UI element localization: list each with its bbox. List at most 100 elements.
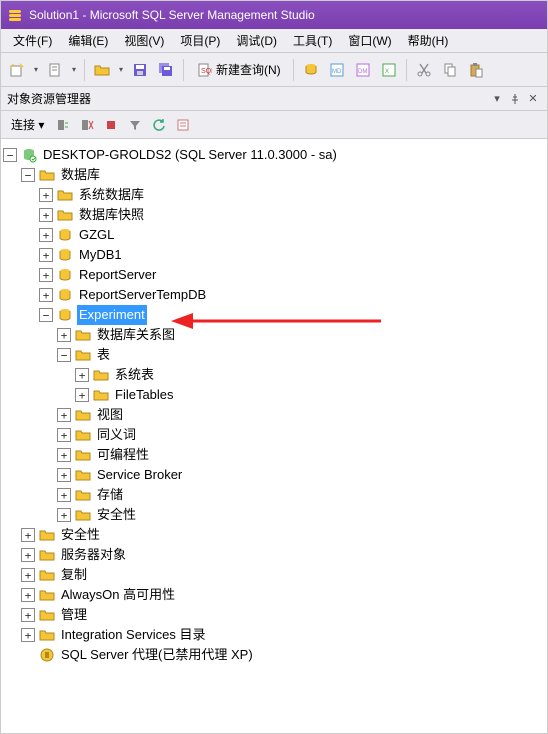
tree-label: 系统表	[113, 365, 156, 385]
tree-node-filetables[interactable]: + FileTables	[3, 385, 545, 405]
tree-node-snapshots[interactable]: + 数据库快照	[3, 205, 545, 225]
expand-icon[interactable]: +	[75, 388, 89, 402]
menu-debug[interactable]: 调试(D)	[228, 29, 285, 52]
refresh-button[interactable]	[148, 114, 170, 136]
tree-node-db-diagrams[interactable]: + 数据库关系图	[3, 325, 545, 345]
collapse-icon[interactable]: −	[39, 308, 53, 322]
dropdown-arrow-icon[interactable]: ▾	[116, 65, 126, 74]
expand-icon[interactable]: +	[57, 508, 71, 522]
tree-label: 可编程性	[95, 445, 151, 465]
tree-label: ReportServer	[77, 265, 158, 285]
expand-icon[interactable]: +	[39, 268, 53, 282]
tree-label: 管理	[59, 605, 89, 625]
titlebar: Solution1 - Microsoft SQL Server Managem…	[1, 1, 547, 29]
tree-node-programmability[interactable]: + 可编程性	[3, 445, 545, 465]
collapse-icon[interactable]: −	[21, 168, 35, 182]
tree-node-db-gzgl[interactable]: + GZGL	[3, 225, 545, 245]
filter-button[interactable]	[124, 114, 146, 136]
save-button[interactable]	[128, 58, 152, 82]
new-item-button[interactable]	[43, 58, 67, 82]
collapse-icon[interactable]: −	[3, 148, 17, 162]
tree-node-db-experiment[interactable]: − Experiment	[3, 305, 545, 325]
expand-icon[interactable]: +	[57, 328, 71, 342]
svg-text:DM: DM	[358, 69, 367, 75]
properties-button[interactable]	[172, 114, 194, 136]
tree-node-agent[interactable]: SQL Server 代理(已禁用代理 XP)	[3, 645, 545, 665]
expand-icon[interactable]: +	[39, 188, 53, 202]
tree-node-db-mydb1[interactable]: + MyDB1	[3, 245, 545, 265]
db-engine-query-button[interactable]	[299, 58, 323, 82]
expand-icon[interactable]: +	[21, 608, 35, 622]
tree-node-server-objects[interactable]: + 服务器对象	[3, 545, 545, 565]
tree-node-db-security[interactable]: + 安全性	[3, 505, 545, 525]
expand-icon[interactable]: +	[39, 208, 53, 222]
dropdown-arrow-icon[interactable]: ▾	[31, 65, 41, 74]
expand-icon[interactable]: +	[21, 528, 35, 542]
tree-node-alwayson[interactable]: + AlwaysOn 高可用性	[3, 585, 545, 605]
tree-node-db-rs[interactable]: + ReportServer	[3, 265, 545, 285]
agent-icon	[39, 647, 55, 663]
new-project-button[interactable]	[5, 58, 29, 82]
tree-node-is-catalog[interactable]: + Integration Services 目录	[3, 625, 545, 645]
stop-button[interactable]	[100, 114, 122, 136]
tree-node-storage[interactable]: + 存储	[3, 485, 545, 505]
menu-view[interactable]: 视图(V)	[116, 29, 172, 52]
tree-label: 视图	[95, 405, 125, 425]
dropdown-arrow-icon[interactable]: ▾	[69, 65, 79, 74]
tree-node-db-rstmp[interactable]: + ReportServerTempDB	[3, 285, 545, 305]
tree-view[interactable]: − DESKTOP-GROLDS2 (SQL Server 11.0.3000 …	[1, 139, 547, 733]
collapse-icon[interactable]: −	[57, 348, 71, 362]
tree-node-databases[interactable]: − 数据库	[3, 165, 545, 185]
tree-label: 安全性	[59, 525, 102, 545]
open-button[interactable]	[90, 58, 114, 82]
tree-node-server[interactable]: − DESKTOP-GROLDS2 (SQL Server 11.0.3000 …	[3, 145, 545, 165]
folder-icon	[75, 407, 91, 423]
menu-tools[interactable]: 工具(T)	[285, 29, 340, 52]
connect-action-button[interactable]	[52, 114, 74, 136]
expand-icon[interactable]: +	[57, 408, 71, 422]
tree-node-security[interactable]: + 安全性	[3, 525, 545, 545]
tree-node-sysdb[interactable]: + 系统数据库	[3, 185, 545, 205]
mdx-query-button[interactable]: MD	[325, 58, 349, 82]
expand-icon[interactable]: +	[75, 368, 89, 382]
menu-edit[interactable]: 编辑(E)	[60, 29, 116, 52]
copy-button[interactable]	[438, 58, 462, 82]
xmla-query-button[interactable]: X	[377, 58, 401, 82]
tree-label: Integration Services 目录	[59, 625, 208, 645]
dmx-query-button[interactable]: DM	[351, 58, 375, 82]
paste-button[interactable]	[464, 58, 488, 82]
expand-icon[interactable]: +	[39, 288, 53, 302]
disconnect-button[interactable]	[76, 114, 98, 136]
expand-icon[interactable]: +	[21, 568, 35, 582]
tree-node-tables[interactable]: − 表	[3, 345, 545, 365]
expand-icon[interactable]: +	[57, 428, 71, 442]
expand-icon[interactable]: +	[39, 228, 53, 242]
close-icon[interactable]: ✕	[525, 91, 541, 107]
tree-node-service-broker[interactable]: + Service Broker	[3, 465, 545, 485]
tree-node-management[interactable]: + 管理	[3, 605, 545, 625]
menu-project[interactable]: 项目(P)	[172, 29, 228, 52]
expand-icon[interactable]: +	[57, 488, 71, 502]
expand-icon[interactable]: +	[57, 468, 71, 482]
expand-icon[interactable]: +	[21, 588, 35, 602]
menu-window[interactable]: 窗口(W)	[340, 29, 399, 52]
expand-icon[interactable]: +	[21, 628, 35, 642]
cut-button[interactable]	[412, 58, 436, 82]
tree-node-replication[interactable]: + 复制	[3, 565, 545, 585]
folder-icon	[57, 187, 73, 203]
new-query-button[interactable]: SQL 新建查询(N)	[189, 58, 288, 82]
save-all-button[interactable]	[154, 58, 178, 82]
expand-icon[interactable]: +	[21, 548, 35, 562]
tree-label: 复制	[59, 565, 89, 585]
app-icon	[7, 7, 23, 23]
expand-icon[interactable]: +	[57, 448, 71, 462]
tree-node-synonyms[interactable]: + 同义词	[3, 425, 545, 445]
tree-node-systables[interactable]: + 系统表	[3, 365, 545, 385]
panel-dropdown-icon[interactable]: ▾	[489, 91, 505, 107]
pin-icon[interactable]	[507, 91, 523, 107]
expand-icon[interactable]: +	[39, 248, 53, 262]
tree-node-views[interactable]: + 视图	[3, 405, 545, 425]
menu-help[interactable]: 帮助(H)	[400, 29, 457, 52]
menu-file[interactable]: 文件(F)	[5, 29, 60, 52]
connect-button[interactable]: 连接 ▾	[5, 113, 50, 136]
